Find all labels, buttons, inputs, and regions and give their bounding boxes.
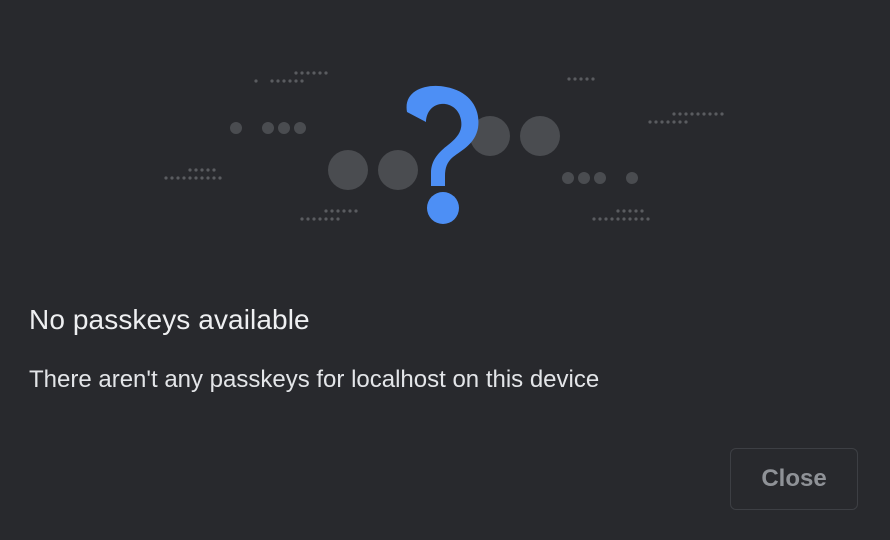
dialog-description: There aren't any passkeys for localhost … xyxy=(29,366,600,393)
dialog-title: No passkeys available xyxy=(29,304,310,335)
passkey-dialog: No passkeys available There aren't any p… xyxy=(0,0,890,540)
close-button[interactable]: Close xyxy=(730,448,858,510)
no-passkeys-illustration xyxy=(164,71,724,224)
question-mark-icon xyxy=(406,85,479,224)
